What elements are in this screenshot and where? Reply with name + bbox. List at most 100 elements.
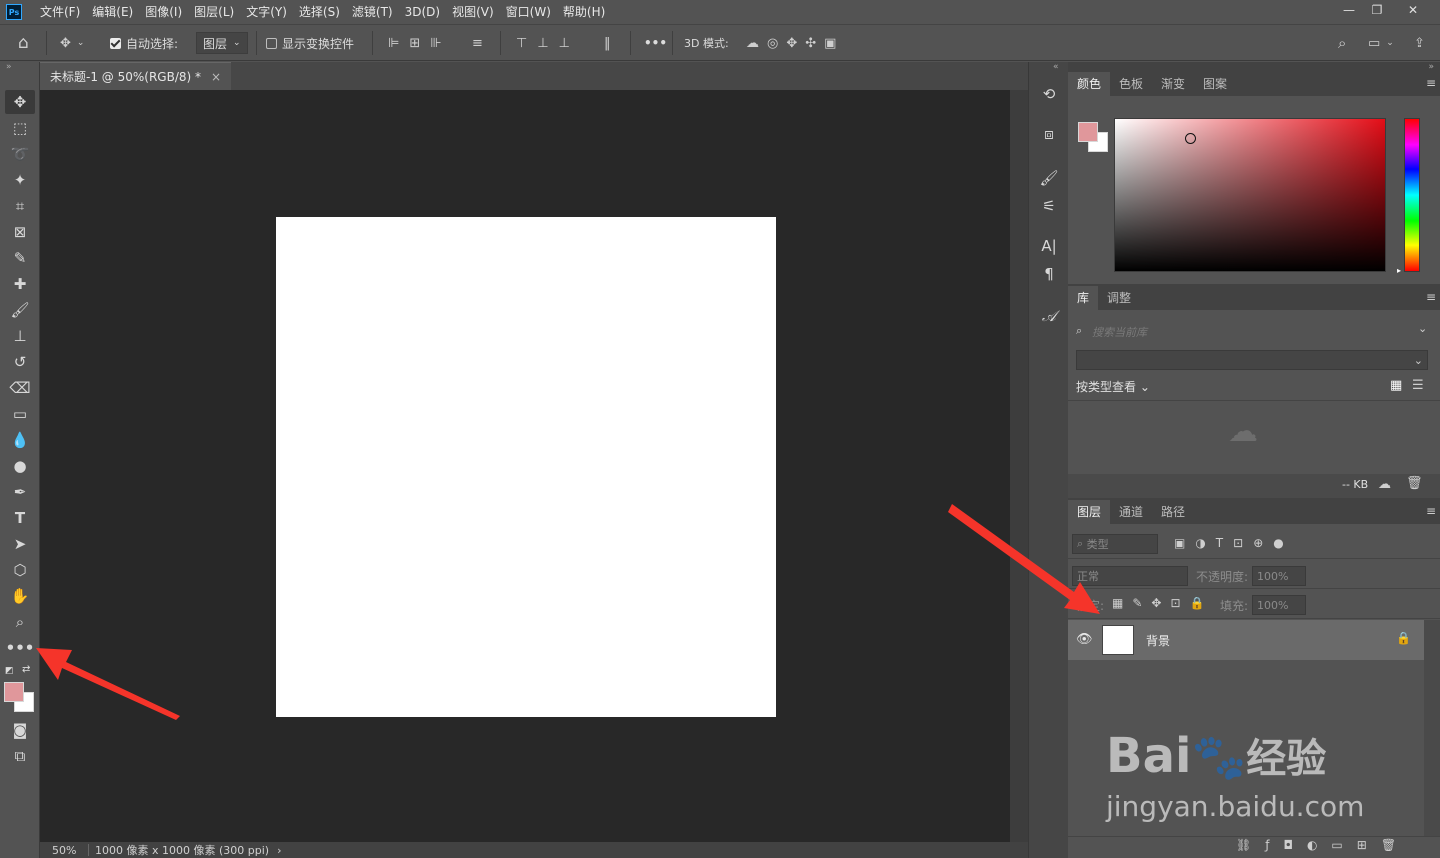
color-picker-cursor[interactable] <box>1185 133 1196 144</box>
close-icon[interactable]: ✕ <box>1398 0 1428 20</box>
layer-footer-icons[interactable]: ⛓ƒ◘◐▭⊞🗑 <box>1236 838 1410 852</box>
crop-tool-icon[interactable]: ⌗ <box>5 194 35 218</box>
tab-patterns[interactable]: 图案 <box>1194 72 1236 96</box>
screen-mode-icon[interactable]: ⧉ <box>5 744 35 768</box>
filter-type-icons[interactable]: ▣◑T⊡⊕● <box>1174 536 1294 550</box>
align-icons[interactable]: ⊫⊞⊪ <box>388 25 452 61</box>
tab-gradients[interactable]: 渐变 <box>1152 72 1194 96</box>
list-view-icon[interactable]: ☰ <box>1412 378 1424 393</box>
sync-icon[interactable]: ☁ <box>1378 477 1391 492</box>
menu-file[interactable]: 文件(F) <box>34 0 86 24</box>
menu-image[interactable]: 图像(I) <box>139 0 188 24</box>
edit-toolbar-icon[interactable]: ••• <box>5 636 35 660</box>
magic-wand-icon[interactable]: ✦ <box>5 168 35 192</box>
workspace-icon[interactable]: ▭ ⌄ <box>1368 25 1394 61</box>
foreground-color-swatch[interactable] <box>1078 122 1098 142</box>
move-tool-icon[interactable]: ✥ ⌄ <box>60 25 84 61</box>
menu-layer[interactable]: 图层(L) <box>188 0 240 24</box>
brush-settings-icon[interactable]: 🖌 <box>1035 166 1063 190</box>
move-tool-icon[interactable]: ✥ <box>5 90 35 114</box>
panel-menu-icon[interactable]: ≡ <box>1426 504 1436 518</box>
collapse-icon[interactable]: » <box>1428 62 1434 72</box>
zoom-tool-icon[interactable]: ⌕ <box>5 610 35 634</box>
tab-layers[interactable]: 图层 <box>1068 500 1111 524</box>
auto-select-checkbox[interactable]: 自动选择: <box>110 25 178 61</box>
color-field[interactable] <box>1114 118 1386 272</box>
panel-menu-icon[interactable]: ≡ <box>1426 76 1436 90</box>
shape-tool-icon[interactable]: ⬡ <box>5 558 35 582</box>
restore-icon[interactable]: ❐ <box>1362 0 1392 20</box>
search-icon[interactable]: ⌕ <box>1338 25 1346 61</box>
panel-menu-icon[interactable]: ≡ <box>1426 290 1436 304</box>
layer-filter-dropdown[interactable]: ⌕ 类型 <box>1072 534 1158 554</box>
more-options-button[interactable]: ••• <box>644 25 667 61</box>
distribute-icon[interactable]: ≡ <box>472 25 483 61</box>
show-transform-checkbox[interactable]: 显示变换控件 <box>266 25 354 61</box>
lock-option-icons[interactable]: ▦✎✥⊡🔒 <box>1112 596 1213 610</box>
menu-type[interactable]: 文字(Y) <box>240 0 293 24</box>
stamp-tool-icon[interactable]: ⊥ <box>5 324 35 348</box>
eye-icon[interactable]: 👁 <box>1076 632 1093 647</box>
trash-icon[interactable]: 🗑 <box>1406 476 1423 491</box>
menu-help[interactable]: 帮助(H) <box>557 0 611 24</box>
share-icon[interactable]: ⇪ <box>1414 25 1425 61</box>
tab-adjustments[interactable]: 调整 <box>1098 286 1140 310</box>
menu-edit[interactable]: 编辑(E) <box>86 0 139 24</box>
grid-view-icon[interactable]: ▦ <box>1390 378 1402 393</box>
tab-swatches[interactable]: 色板 <box>1110 72 1152 96</box>
menu-view[interactable]: 视图(V) <box>446 0 500 24</box>
default-colors-icon[interactable]: ◩ <box>5 666 14 676</box>
blend-mode-dropdown[interactable]: 正常 <box>1072 566 1188 586</box>
paragraph-panel-icon[interactable]: ¶ <box>1035 262 1063 286</box>
vertical-scrollbar[interactable] <box>1010 90 1028 842</box>
hue-slider[interactable] <box>1404 118 1420 272</box>
zoom-level[interactable]: 50% <box>40 844 88 857</box>
swap-colors-icon[interactable]: ⇄ <box>22 664 30 675</box>
foreground-color-swatch[interactable] <box>4 682 24 702</box>
gradient-tool-icon[interactable]: ▭ <box>5 402 35 426</box>
pen-tool-icon[interactable]: ✒ <box>5 480 35 504</box>
layers-scrollbar[interactable] <box>1424 620 1440 838</box>
tab-libraries[interactable]: 库 <box>1068 286 1099 310</box>
library-search-input[interactable]: 搜索当前库 <box>1092 324 1147 340</box>
menu-filter[interactable]: 滤镜(T) <box>346 0 399 24</box>
close-icon[interactable]: × <box>211 70 221 84</box>
tab-channels[interactable]: 通道 <box>1110 500 1152 524</box>
lasso-tool-icon[interactable]: ➰ <box>5 142 35 166</box>
frame-tool-icon[interactable]: ⊠ <box>5 220 35 244</box>
opacity-input[interactable]: 100% <box>1252 566 1306 586</box>
align-vertical-icons[interactable]: ⊤⊥⊥ <box>516 25 580 61</box>
history-brush-icon[interactable]: ↺ <box>5 350 35 374</box>
expand-icon[interactable]: « <box>1053 62 1059 72</box>
type-tool-icon[interactable]: T <box>5 506 35 530</box>
view-by-type-dropdown[interactable]: 按类型查看 ⌄ <box>1076 378 1150 395</box>
menu-3d[interactable]: 3D(D) <box>399 0 446 24</box>
minimize-icon[interactable]: — <box>1334 0 1364 20</box>
hue-slider-handle[interactable]: ▸ <box>1397 266 1401 275</box>
fill-input[interactable]: 100% <box>1252 595 1306 615</box>
properties-icon[interactable]: ⚟ <box>1035 194 1063 218</box>
eraser-tool-icon[interactable]: ⌫ <box>5 376 35 400</box>
eyedropper-icon[interactable]: ✎ <box>5 246 35 270</box>
marquee-tool-icon[interactable]: ⬚ <box>5 116 35 140</box>
blur-tool-icon[interactable]: 💧 <box>5 428 35 452</box>
history-panel-icon[interactable]: ⟲ <box>1035 82 1063 106</box>
dodge-tool-icon[interactable]: ● <box>5 454 35 478</box>
layer-row[interactable]: 👁 背景 🔒 <box>1068 620 1424 660</box>
character-panel-icon[interactable]: A| <box>1035 234 1063 258</box>
chevron-down-icon[interactable]: ⌄ <box>1418 322 1427 335</box>
document-tab[interactable]: 未标题-1 @ 50%(RGB/8) * × <box>40 62 232 90</box>
document-canvas[interactable] <box>276 217 776 717</box>
brush-tool-icon[interactable]: 🖌 <box>5 298 35 322</box>
healing-brush-icon[interactable]: ✚ <box>5 272 35 296</box>
3d-mode-icons[interactable]: ☁◎✥✣▣ <box>746 25 844 61</box>
quick-mask-icon[interactable]: ◙ <box>5 718 35 742</box>
layer-name[interactable]: 背景 <box>1146 632 1170 649</box>
glyphs-panel-icon[interactable]: 𝒜 <box>1035 304 1063 328</box>
collapse-icon[interactable]: » <box>6 62 12 72</box>
menu-window[interactable]: 窗口(W) <box>500 0 557 24</box>
status-menu-icon[interactable]: › <box>277 844 281 857</box>
3d-panel-icon[interactable]: ⧈ <box>1035 122 1063 146</box>
menu-select[interactable]: 选择(S) <box>293 0 346 24</box>
tab-color[interactable]: 颜色 <box>1068 72 1111 96</box>
